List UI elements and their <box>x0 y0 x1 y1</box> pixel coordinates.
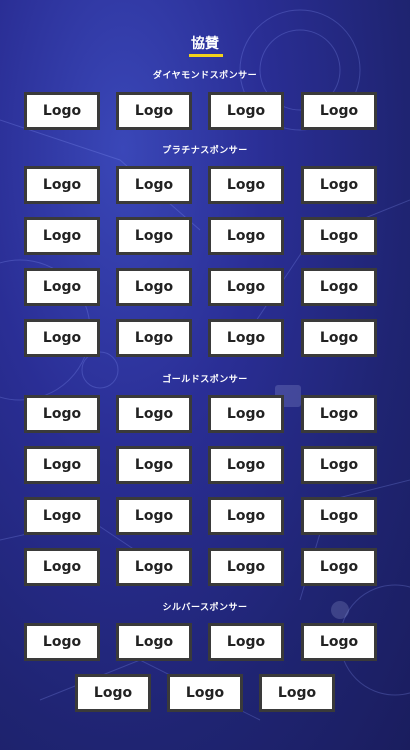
platinum-sponsor-logo[interactable]: Logo <box>24 268 100 306</box>
gold-sponsor-logo[interactable]: Logo <box>116 548 192 586</box>
gold-sponsor-logo[interactable]: Logo <box>24 497 100 535</box>
platinum-tier-label: プラチナスポンサー <box>162 146 248 156</box>
platinum-sponsor-logo[interactable]: Logo <box>301 319 377 357</box>
platinum-sponsor-logo[interactable]: Logo <box>208 268 284 306</box>
gold-sponsor-logo[interactable]: Logo <box>301 497 377 535</box>
platinum-sponsor-logo[interactable]: Logo <box>116 319 192 357</box>
diamond-sponsor-logo[interactable]: Logo <box>301 92 377 130</box>
gold-sponsor-logo[interactable]: Logo <box>301 548 377 586</box>
platinum-sponsor-logo[interactable]: Logo <box>301 268 377 306</box>
gold-sponsor-logo[interactable]: Logo <box>301 395 377 433</box>
diamond-sponsor-logo[interactable]: Logo <box>24 92 100 130</box>
gold-sponsor-logo[interactable]: Logo <box>116 446 192 484</box>
diamond-sponsor-logo[interactable]: Logo <box>208 92 284 130</box>
title-underline <box>189 54 223 57</box>
platinum-sponsor-logo[interactable]: Logo <box>24 166 100 204</box>
silver-sponsor-logo[interactable]: Logo <box>301 623 377 661</box>
platinum-sponsor-logo[interactable]: Logo <box>116 166 192 204</box>
diamond-tier-label: ダイヤモンドスポンサー <box>152 71 258 81</box>
silver-sponsor-logo[interactable]: Logo <box>208 623 284 661</box>
gold-sponsor-logo[interactable]: Logo <box>208 548 284 586</box>
platinum-sponsor-logo[interactable]: Logo <box>24 319 100 357</box>
platinum-sponsor-logo[interactable]: Logo <box>24 217 100 255</box>
gold-sponsor-logo[interactable]: Logo <box>24 548 100 586</box>
silver-sponsor-logo[interactable]: Logo <box>116 623 192 661</box>
platinum-sponsor-logo[interactable]: Logo <box>208 319 284 357</box>
silver-sponsor-logo[interactable]: Logo <box>24 623 100 661</box>
gold-sponsor-logo[interactable]: Logo <box>208 395 284 433</box>
diamond-sponsor-logo[interactable]: Logo <box>116 92 192 130</box>
gold-sponsor-logo[interactable]: Logo <box>208 497 284 535</box>
platinum-sponsor-logo[interactable]: Logo <box>208 166 284 204</box>
platinum-sponsor-logo[interactable]: Logo <box>301 166 377 204</box>
gold-sponsor-logo[interactable]: Logo <box>116 395 192 433</box>
silver-sponsor-logo[interactable]: Logo <box>259 674 335 712</box>
gold-tier-label: ゴールドスポンサー <box>162 375 248 385</box>
platinum-sponsor-logo[interactable]: Logo <box>208 217 284 255</box>
gold-sponsor-logo[interactable]: Logo <box>116 497 192 535</box>
platinum-sponsor-logo[interactable]: Logo <box>301 217 377 255</box>
silver-tier-label: シルバースポンサー <box>162 603 248 613</box>
gold-sponsor-logo[interactable]: Logo <box>301 446 377 484</box>
gold-sponsor-logo[interactable]: Logo <box>24 446 100 484</box>
section-title: 協賛 <box>191 36 219 52</box>
silver-sponsor-logo[interactable]: Logo <box>75 674 151 712</box>
silver-sponsor-logo[interactable]: Logo <box>167 674 243 712</box>
gold-sponsor-logo[interactable]: Logo <box>208 446 284 484</box>
platinum-sponsor-logo[interactable]: Logo <box>116 217 192 255</box>
gold-sponsor-logo[interactable]: Logo <box>24 395 100 433</box>
platinum-sponsor-logo[interactable]: Logo <box>116 268 192 306</box>
